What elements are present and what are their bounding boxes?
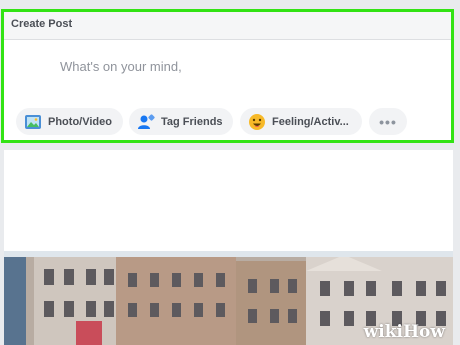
wikihow-watermark: wikiHow bbox=[363, 322, 445, 342]
status-input[interactable]: What's on your mind, bbox=[60, 59, 182, 74]
feeling-activity-label: Feeling/Activ... bbox=[272, 115, 349, 128]
photo-video-button[interactable]: Photo/Video bbox=[16, 108, 123, 135]
tag-friends-button[interactable]: Tag Friends bbox=[129, 108, 233, 135]
feeling-emoji-icon bbox=[248, 113, 266, 131]
more-options-icon: ••• bbox=[379, 113, 397, 130]
post-card: wikiHow bbox=[4, 150, 453, 345]
composer-header: Create Post bbox=[4, 12, 451, 40]
composer-title: Create Post bbox=[11, 18, 73, 30]
composer-action-row: Photo/Video Tag Friends Feeling/Activ...… bbox=[4, 108, 451, 143]
create-post-composer: Create Post What's on your mind, Photo/V… bbox=[1, 9, 454, 143]
feeling-activity-button[interactable]: Feeling/Activ... bbox=[240, 108, 362, 135]
more-options-button[interactable]: ••• bbox=[369, 108, 407, 135]
tag-friends-icon bbox=[137, 113, 155, 131]
avatar[interactable] bbox=[10, 53, 46, 89]
photo-video-icon bbox=[24, 113, 42, 131]
tag-friends-label: Tag Friends bbox=[161, 115, 223, 128]
photo-video-label: Photo/Video bbox=[48, 115, 112, 128]
